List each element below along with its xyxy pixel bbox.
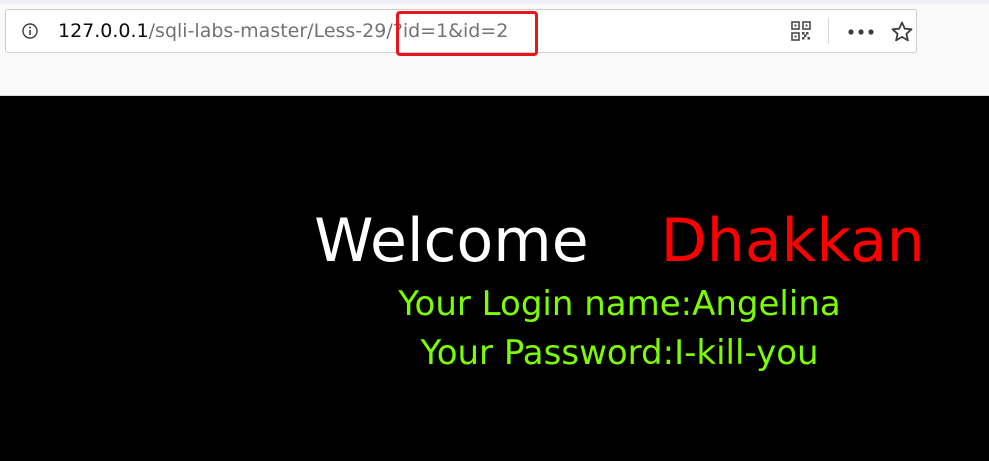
welcome-text: Welcome [314,206,589,276]
url-bar-divider [828,18,829,44]
username-text: Dhakkan [660,206,925,276]
welcome-heading: Welcome Dhakkan [0,203,989,279]
star-icon[interactable] [890,20,914,44]
qr-code-icon[interactable] [791,21,811,41]
info-icon[interactable] [22,23,38,39]
url-text[interactable]: 127.0.0.1/sqli-labs-master/Less-29/?id=1… [58,19,508,43]
url-path: /sqli-labs-master/Less-29/ [148,20,393,42]
tab-strip-edge [0,0,989,4]
url-host: 127.0.0.1 [58,20,149,42]
page-content: Welcome Dhakkan Your Login name:Angelina … [0,96,989,461]
browser-toolbar: 127.0.0.1/sqli-labs-master/Less-29/?id=1… [0,0,989,96]
password-line: Your Password:I-kill-you [420,333,819,373]
more-icon[interactable] [848,29,874,35]
address-bar[interactable]: 127.0.0.1/sqli-labs-master/Less-29/?id=1… [5,9,917,53]
login-name-line: Your Login name:Angelina [398,284,841,324]
url-query: ?id=1&id=2 [392,20,509,42]
